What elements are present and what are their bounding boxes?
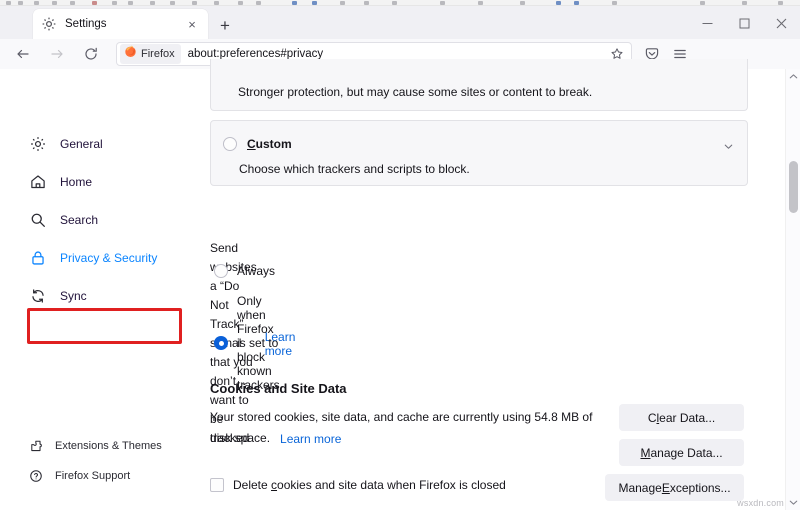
sidebar-item-general[interactable]: General (28, 131, 103, 157)
reload-button[interactable] (76, 41, 106, 67)
etp-custom-description: Choose which trackers and scripts to blo… (239, 162, 470, 176)
sidebar-item-label: Search (60, 213, 98, 227)
minimize-button[interactable] (689, 9, 726, 37)
watermark: wsxdn.com (737, 498, 784, 508)
tab-strip: Settings × + (0, 6, 800, 39)
delete-cookies-on-close-row[interactable]: Delete cookies and site data when Firefo… (210, 478, 592, 492)
manage-exceptions-button[interactable]: Manage Exceptions... (605, 474, 744, 501)
sidebar-item-sync[interactable]: Sync (28, 283, 87, 309)
delete-cookies-on-close-label: Delete cookies and site data when Firefo… (233, 478, 506, 492)
brand-label: Firefox (141, 48, 175, 60)
chevron-down-icon[interactable] (722, 140, 735, 158)
cookies-learn-more-link[interactable]: Learn more (280, 432, 341, 446)
dnt-only-when-blocking-radio[interactable] (214, 336, 228, 350)
browser-window: Settings × + (0, 0, 800, 510)
cookies-section: Cookies and Site Data Your stored cookie… (210, 381, 592, 492)
settings-page: General Home Search (0, 69, 800, 510)
etp-custom-accesskey: C (247, 137, 256, 151)
etp-custom-panel[interactable]: Custom Choose which trackers and scripts… (210, 120, 748, 186)
scroll-up-arrow-icon[interactable] (786, 69, 800, 84)
firefox-logo-icon (124, 45, 137, 63)
tab-title: Settings (65, 18, 184, 30)
scrollbar-thumb[interactable] (789, 161, 798, 213)
question-mark-icon (28, 466, 44, 486)
close-icon[interactable]: × (184, 16, 200, 32)
etp-custom-title: Custom (247, 137, 292, 151)
sidebar-item-extensions-themes[interactable]: Extensions & Themes (28, 433, 162, 459)
manage-data-accesskey: M (640, 446, 650, 460)
cookies-heading: Cookies and Site Data (210, 381, 592, 396)
back-button[interactable] (8, 41, 38, 67)
cookies-body-line1: Your stored cookies, site data, and cach… (210, 408, 592, 427)
maximize-button[interactable] (726, 9, 763, 37)
window-controls (689, 9, 800, 37)
sidebar-item-privacy-security[interactable]: Privacy & Security (28, 245, 157, 271)
cookies-body-line2: disk space. (210, 429, 270, 448)
sidebar-item-label: Firefox Support (55, 470, 130, 482)
scroll-down-arrow-icon[interactable] (786, 495, 800, 510)
delete-cookies-on-close-checkbox[interactable] (210, 478, 224, 492)
home-icon (28, 172, 48, 192)
settings-sidebar: General Home Search (0, 69, 200, 510)
manage-data-button[interactable]: Manage Data... (619, 439, 744, 466)
sync-icon (28, 286, 48, 306)
sidebar-item-home[interactable]: Home (28, 169, 92, 195)
delete-cookies-suffix: ookies and site data when Firefox is clo… (277, 478, 506, 492)
forward-button[interactable] (42, 41, 72, 67)
etp-strict-description: Stronger protection, but may cause some … (238, 85, 592, 99)
dnt-only-when-blocking-label: Only when Firefox is set to block known … (237, 294, 280, 392)
lock-icon (28, 248, 48, 268)
dnt-always-label: Always (237, 264, 275, 278)
manage-exceptions-label-post: xceptions... (670, 481, 731, 495)
gear-icon (28, 134, 48, 154)
close-button[interactable] (763, 9, 800, 37)
clear-data-label-pre: C (648, 411, 657, 425)
manage-exceptions-accesskey: E (662, 481, 670, 495)
gear-icon (41, 16, 57, 32)
new-tab-button[interactable]: + (214, 14, 236, 36)
etp-strict-panel[interactable]: Stronger protection, but may cause some … (210, 59, 748, 111)
annotation-highlight-box (27, 308, 182, 344)
sidebar-item-label: Sync (60, 289, 87, 303)
content-scrollbar[interactable] (785, 69, 800, 510)
dnt-option-only-when-blocking[interactable]: Only when Firefox is set to block known … (214, 294, 280, 392)
sidebar-item-label: Home (60, 175, 92, 189)
sidebar-item-label: Extensions & Themes (55, 440, 162, 452)
settings-main-column: Stronger protection, but may cause some … (200, 69, 785, 510)
manage-data-label-post: anage Data... (650, 446, 722, 460)
sidebar-item-label: General (60, 137, 103, 151)
sidebar-item-label: Privacy & Security (60, 251, 157, 265)
search-icon (28, 210, 48, 230)
etp-custom-title-rest: ustom (256, 137, 292, 151)
tab-settings[interactable]: Settings × (33, 9, 208, 39)
manage-exceptions-label-pre: Manage (618, 481, 661, 495)
dnt-option-always[interactable]: Always (214, 264, 275, 278)
clear-data-button[interactable]: Clear Data... (619, 404, 744, 431)
sidebar-item-firefox-support[interactable]: Firefox Support (28, 463, 130, 489)
puzzle-piece-icon (28, 436, 44, 456)
firefox-brand-chip: Firefox (120, 44, 181, 64)
dnt-always-radio[interactable] (214, 264, 228, 278)
sidebar-item-search[interactable]: Search (28, 207, 98, 233)
clear-data-label-post: ear Data... (659, 411, 715, 425)
etp-custom-radio[interactable] (223, 137, 237, 151)
delete-cookies-prefix: Delete (233, 478, 271, 492)
